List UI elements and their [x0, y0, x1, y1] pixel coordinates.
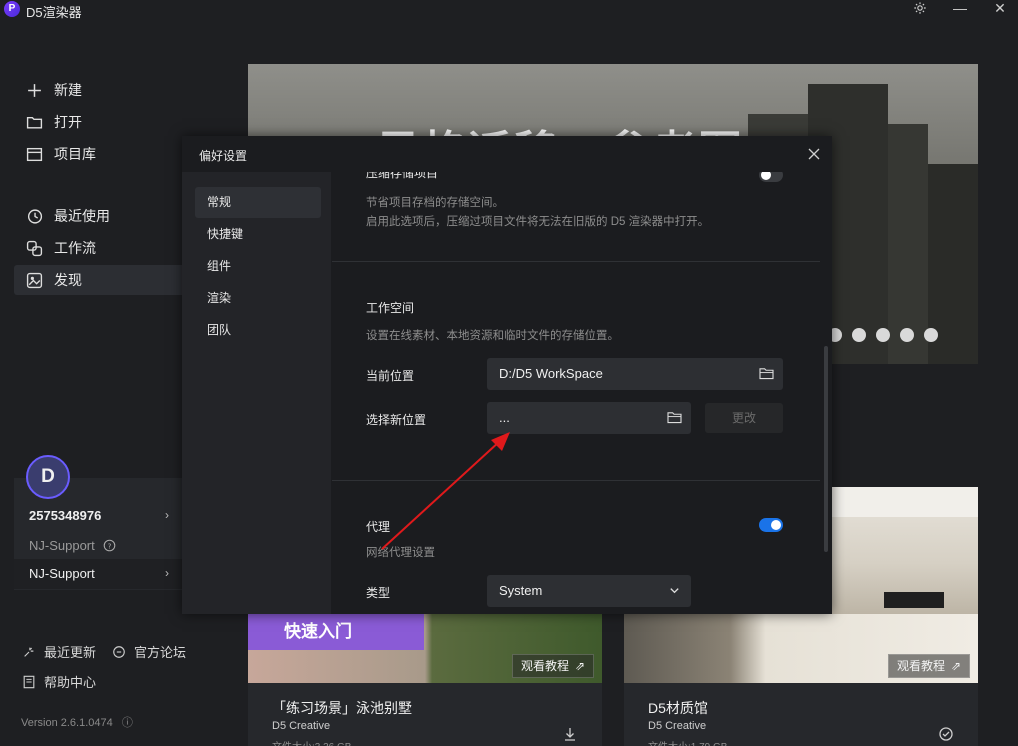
carousel-dot[interactable]	[900, 328, 914, 342]
tutorial-card-material[interactable]: 观看教程 ⇗ D5材质馆 D5 Creative 文件大小:1.79 GB	[624, 614, 978, 746]
dialog-title: 偏好设置	[199, 149, 248, 163]
discover-icon	[26, 272, 43, 288]
team-item-active[interactable]: NJ-Support	[29, 566, 95, 581]
workspace-desc: 设置在线素材、本地资源和临时文件的存储位置。	[366, 330, 619, 342]
new-location-label: 选择新位置	[366, 413, 427, 427]
chevron-right-icon[interactable]: ›	[165, 566, 169, 580]
external-link-icon: ⇗	[575, 659, 586, 673]
folder-open-icon[interactable]	[667, 411, 682, 424]
user-id[interactable]: 2575348976	[29, 508, 101, 523]
sparkle-icon	[24, 647, 34, 657]
proxy-type-select[interactable]: System	[487, 575, 691, 607]
app-title: D5渲染器	[26, 5, 82, 20]
title-bar: P D5渲染器 — ✕	[0, 0, 1018, 20]
new-location-field[interactable]: ...	[487, 402, 691, 434]
nav-open[interactable]: 打开	[14, 107, 234, 137]
folder-icon	[26, 116, 43, 129]
workflow-icon	[26, 240, 43, 256]
tab-components[interactable]: 组件	[195, 251, 321, 282]
nav-new[interactable]: 新建	[14, 75, 234, 105]
folder-open-icon[interactable]	[759, 367, 774, 380]
library-icon	[26, 147, 43, 161]
history-icon	[27, 208, 43, 224]
info-icon: ⓘ	[121, 717, 133, 729]
section-divider	[332, 480, 820, 481]
change-location-button[interactable]: 更改	[705, 403, 783, 433]
check-circle-icon[interactable]	[938, 726, 954, 742]
proxy-toggle[interactable]	[759, 518, 783, 532]
recent-updates-link[interactable]: 最近更新	[22, 642, 96, 661]
preferences-dialog: 偏好设置 常规 快捷键 组件 渲染 团队 压缩存储项目 节省项目存档的存储空间。…	[182, 136, 832, 614]
settings-gear-icon[interactable]	[908, 0, 932, 18]
chevron-right-icon[interactable]: ›	[165, 508, 169, 522]
compress-warning: 启用此选项后，压缩过项目文件将无法在旧版的 D5 渲染器中打开。	[366, 216, 710, 228]
card-title: D5材质馆	[648, 700, 708, 716]
carousel-dot[interactable]	[876, 328, 890, 342]
forum-link[interactable]: 官方论坛	[112, 642, 186, 661]
card-file-size: 文件大小:1.79 GB	[648, 738, 727, 746]
scrollbar[interactable]	[824, 346, 828, 552]
watch-tutorial-button[interactable]: 观看教程 ⇗	[888, 654, 971, 678]
plus-icon	[28, 83, 41, 97]
workspace-title: 工作空间	[366, 301, 415, 315]
carousel-dot[interactable]	[924, 328, 938, 342]
watch-tutorial-button[interactable]: 观看教程 ⇗	[512, 654, 595, 678]
current-location-field[interactable]: D:/D5 WorkSpace	[487, 358, 783, 390]
tab-general[interactable]: 常规	[195, 187, 321, 218]
chevron-down-icon	[670, 588, 679, 594]
close-window-icon[interactable]: ✕	[988, 0, 1012, 18]
external-link-icon: ⇗	[951, 659, 962, 673]
tab-shortcuts[interactable]: 快捷键	[195, 219, 321, 250]
book-icon	[23, 675, 35, 688]
tutorial-card-villa[interactable]: 快速入门 观看教程 ⇗ 「练习场景」泳池别墅 D5 Creative 文件大小:…	[248, 614, 602, 746]
team-item-muted[interactable]: NJ-Support ?	[29, 538, 116, 553]
proxy-desc: 网络代理设置	[366, 547, 435, 559]
minimize-icon[interactable]: —	[948, 0, 972, 18]
preferences-sidebar: 常规 快捷键 组件 渲染 团队	[182, 172, 331, 614]
version-label: Version 2.6.1.0474 ⓘ	[21, 717, 133, 729]
help-circle-icon: ?	[103, 539, 116, 552]
compress-toggle[interactable]	[759, 172, 783, 182]
proxy-label: 代理	[366, 520, 391, 534]
download-icon[interactable]	[562, 726, 578, 742]
carousel-dot[interactable]	[852, 328, 866, 342]
svg-text:?: ?	[107, 541, 111, 550]
proxy-type-label: 类型	[366, 586, 391, 600]
compress-desc: 节省项目存档的存储空间。	[366, 197, 504, 209]
card-title: 「练习场景」泳池别墅	[272, 700, 412, 716]
quick-start-tag: 快速入门	[248, 614, 424, 650]
card-author: D5 Creative	[648, 720, 707, 732]
carousel-dots[interactable]	[828, 328, 938, 342]
app-logo: P	[4, 1, 20, 17]
compress-label: 压缩存储项目	[366, 172, 439, 180]
tab-team[interactable]: 团队	[195, 315, 321, 346]
card-file-size: 文件大小:3.36 GB	[272, 738, 351, 746]
current-location-label: 当前位置	[366, 369, 415, 383]
avatar[interactable]: D	[26, 455, 70, 499]
preferences-content: 压缩存储项目 节省项目存档的存储空间。 启用此选项后，压缩过项目文件将无法在旧版…	[332, 172, 832, 614]
tab-render[interactable]: 渲染	[195, 283, 321, 314]
help-center-link[interactable]: 帮助中心	[22, 672, 96, 691]
section-divider	[332, 261, 820, 262]
card-author: D5 Creative	[272, 720, 331, 732]
chat-icon	[113, 645, 125, 658]
close-icon[interactable]	[806, 146, 822, 162]
